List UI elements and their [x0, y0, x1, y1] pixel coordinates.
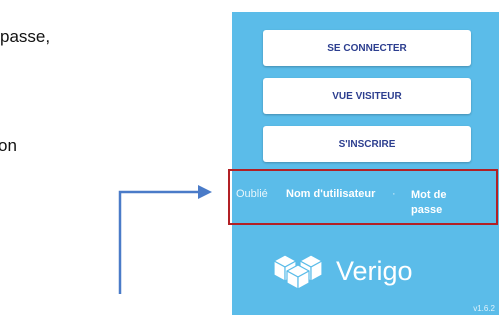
- verigo-logo: Verigo: [270, 246, 480, 296]
- visitor-view-button[interactable]: VUE VISITEUR: [263, 78, 471, 114]
- logo-text: Verigo: [336, 255, 413, 286]
- login-button[interactable]: SE CONNECTER: [263, 30, 471, 66]
- document-text-line: on: [0, 136, 17, 155]
- verigo-cubes-icon: [273, 254, 323, 290]
- highlight-box: [228, 169, 498, 225]
- app-screenshot: SE CONNECTER VUE VISITEUR S'INSCRIRE Oub…: [232, 12, 499, 315]
- signup-button[interactable]: S'INSCRIRE: [263, 126, 471, 162]
- document-text-line: passe,: [0, 27, 51, 46]
- version-label: v1.6.2: [473, 304, 495, 313]
